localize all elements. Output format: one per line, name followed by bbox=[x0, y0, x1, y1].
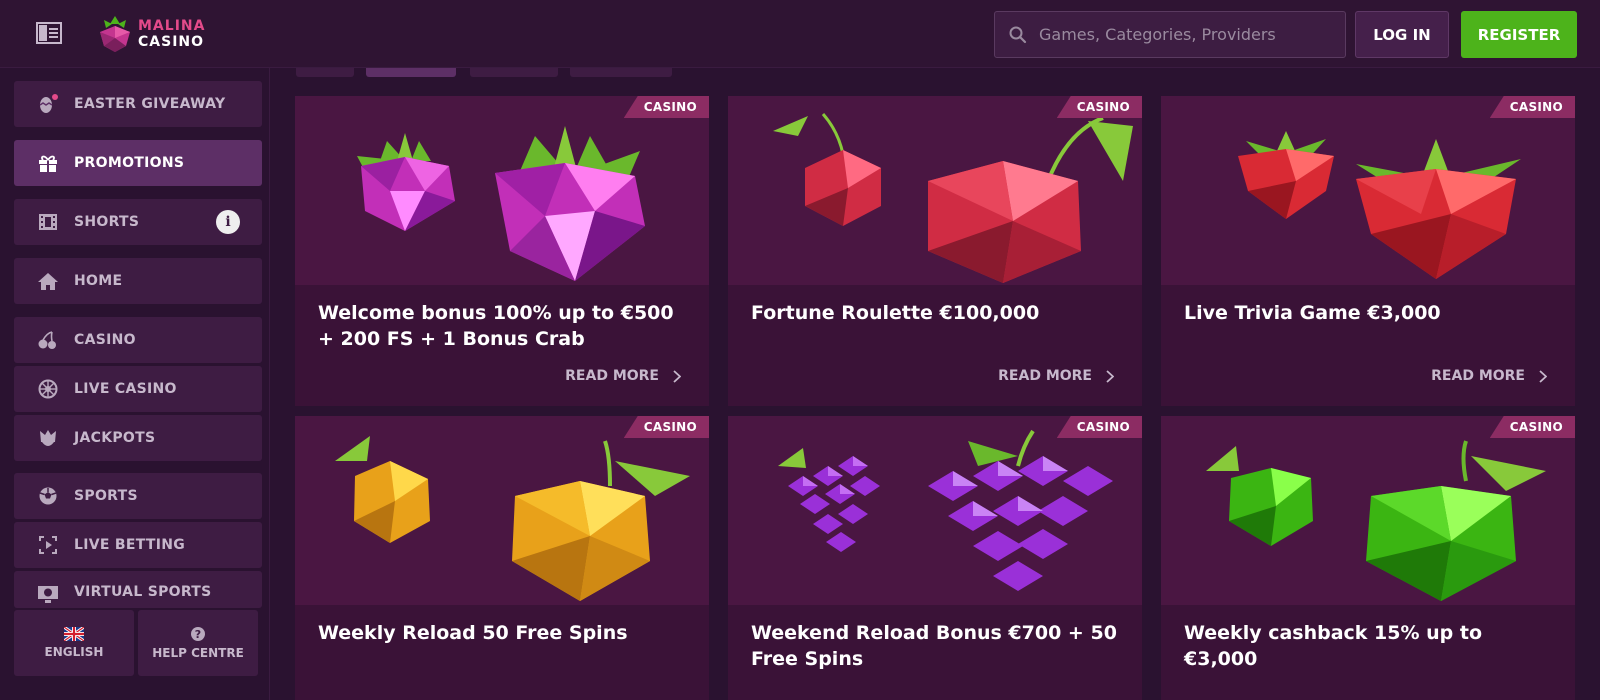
jackpot-icon bbox=[36, 428, 60, 448]
language-label: ENGLISH bbox=[44, 645, 104, 659]
login-button[interactable]: LOG IN bbox=[1355, 11, 1449, 58]
sidebar-item-live-casino[interactable]: LIVE CASINO bbox=[14, 366, 262, 412]
sidebar-item-label: HOME bbox=[74, 273, 123, 289]
promo-card-image: CASINO bbox=[1161, 416, 1575, 605]
soccer-ball-icon bbox=[36, 486, 60, 506]
sidebar-item-casino[interactable]: CASINO bbox=[14, 317, 262, 363]
home-icon bbox=[36, 271, 60, 291]
grapes-illustration bbox=[778, 429, 1113, 591]
promo-title: Weekly cashback 15% up to €3,000 bbox=[1184, 622, 1483, 670]
help-centre-label: HELP CENTRE bbox=[152, 646, 244, 660]
promo-title: Fortune Roulette €100,000 bbox=[751, 302, 1040, 324]
promo-card-image: CASINO bbox=[295, 416, 709, 605]
help-icon: ? bbox=[191, 627, 205, 641]
promo-title: Live Trivia Game €3,000 bbox=[1184, 302, 1441, 324]
logo[interactable]: MALINA CASINO bbox=[96, 14, 205, 54]
sidebar-item-label: JACKPOTS bbox=[74, 430, 156, 446]
promo-card[interactable]: CASINO Weekly cashback 15% up to €3,000 bbox=[1161, 416, 1575, 700]
register-button[interactable]: REGISTER bbox=[1461, 11, 1577, 58]
sidebar-item-label: CASINO bbox=[74, 332, 136, 348]
sidebar-item-easter-giveaway[interactable]: EASTER GIVEAWAY bbox=[14, 81, 262, 127]
top-header: MALINA CASINO LOG IN REGISTER bbox=[0, 0, 1600, 68]
raspberry-illustration bbox=[357, 126, 645, 281]
uk-flag-icon bbox=[64, 627, 84, 641]
live-betting-icon bbox=[36, 535, 60, 555]
sidebar-item-label: LIVE BETTING bbox=[74, 537, 186, 553]
promo-title: Weekend Reload Bonus €700 + 50 Free Spin… bbox=[751, 622, 1117, 670]
promo-card[interactable]: CASINO Fortune Roulette €100,000 READ MO… bbox=[728, 96, 1142, 406]
sidebar-item-label: PROMOTIONS bbox=[74, 155, 185, 171]
category-badge: CASINO bbox=[1056, 416, 1142, 438]
category-badge: CASINO bbox=[1056, 96, 1142, 118]
sidebar-item-virtual-sports[interactable]: VIRTUAL SPORTS bbox=[14, 571, 262, 608]
sidebar-item-live-betting[interactable]: LIVE BETTING bbox=[14, 522, 262, 568]
read-more-label: READ MORE bbox=[565, 368, 659, 384]
cherries-icon bbox=[36, 330, 60, 350]
sidebar-item-shorts[interactable]: SHORTS i bbox=[14, 199, 262, 245]
chevron-right-icon bbox=[673, 369, 681, 383]
promo-card[interactable]: CASINO Weekly Reload 50 Free Spins bbox=[295, 416, 709, 700]
promo-title: Weekly Reload 50 Free Spins bbox=[318, 622, 628, 644]
search-icon bbox=[1009, 26, 1027, 43]
promotions-grid: CASINO Welcome bonus 100% up to €500 + 2… bbox=[290, 68, 1600, 700]
promo-card-image: CASINO bbox=[1161, 96, 1575, 285]
promo-card[interactable]: CASINO Welcome bonus 100% up to €500 + 2… bbox=[295, 96, 709, 406]
sidebar-item-jackpots[interactable]: JACKPOTS bbox=[14, 415, 262, 461]
read-more-link[interactable]: READ MORE bbox=[1431, 368, 1547, 384]
film-icon bbox=[36, 212, 60, 232]
sidebar-item-label: SPORTS bbox=[74, 488, 138, 504]
sidebar-item-sports[interactable]: SPORTS bbox=[14, 473, 262, 519]
language-selector[interactable]: ENGLISH bbox=[14, 610, 134, 676]
category-badge: CASINO bbox=[623, 416, 709, 438]
gift-icon bbox=[36, 153, 60, 173]
sidebar-item-label: SHORTS bbox=[74, 214, 140, 230]
category-tab[interactable] bbox=[470, 68, 558, 77]
category-tab-active[interactable] bbox=[366, 68, 456, 77]
lemon-illustration bbox=[335, 436, 690, 601]
category-badge: CASINO bbox=[1489, 96, 1575, 118]
sidebar-toggle-icon[interactable] bbox=[36, 22, 62, 44]
category-tab[interactable] bbox=[296, 68, 354, 77]
sidebar: EASTER GIVEAWAY PROMOTIONS SHORTS i HOME… bbox=[0, 68, 270, 700]
raspberry-logo-icon bbox=[100, 16, 130, 52]
roulette-icon bbox=[36, 379, 60, 399]
read-more-label: READ MORE bbox=[1431, 368, 1525, 384]
virtual-sports-icon bbox=[36, 584, 60, 604]
promo-card-image: CASINO bbox=[728, 416, 1142, 605]
category-tab[interactable] bbox=[570, 68, 672, 77]
search-input[interactable] bbox=[1039, 25, 1339, 44]
sidebar-item-label: VIRTUAL SPORTS bbox=[74, 584, 212, 600]
read-more-link[interactable]: READ MORE bbox=[998, 368, 1114, 384]
info-icon[interactable]: i bbox=[216, 210, 240, 234]
promo-card[interactable]: CASINO Weekend Reload Bonus €700 + 50 Fr… bbox=[728, 416, 1142, 700]
cherry-illustration bbox=[773, 113, 1133, 283]
read-more-link[interactable]: READ MORE bbox=[565, 368, 681, 384]
sidebar-item-home[interactable]: HOME bbox=[14, 258, 262, 304]
strawberry-illustration bbox=[1238, 131, 1521, 279]
sidebar-item-label: EASTER GIVEAWAY bbox=[74, 96, 226, 112]
category-badge: CASINO bbox=[623, 96, 709, 118]
help-centre-button[interactable]: ? HELP CENTRE bbox=[138, 610, 258, 676]
read-more-label: READ MORE bbox=[998, 368, 1092, 384]
promo-card-image: CASINO bbox=[728, 96, 1142, 285]
promo-card[interactable]: CASINO Live Trivia Game €3,000 READ MORE bbox=[1161, 96, 1575, 406]
sidebar-item-promotions[interactable]: PROMOTIONS bbox=[14, 140, 262, 186]
chevron-right-icon bbox=[1539, 369, 1547, 383]
logo-text-malina: MALINA bbox=[138, 18, 206, 34]
search-box[interactable] bbox=[994, 11, 1346, 58]
svg-text:?: ? bbox=[195, 628, 201, 641]
sidebar-item-label: LIVE CASINO bbox=[74, 381, 177, 397]
promo-card-image: CASINO bbox=[295, 96, 709, 285]
easter-egg-icon bbox=[36, 94, 60, 114]
category-badge: CASINO bbox=[1489, 416, 1575, 438]
logo-text-casino: CASINO bbox=[138, 34, 205, 50]
chevron-right-icon bbox=[1106, 369, 1114, 383]
promo-title: Welcome bonus 100% up to €500 + 200 FS +… bbox=[318, 302, 674, 350]
apple-illustration bbox=[1206, 440, 1546, 601]
